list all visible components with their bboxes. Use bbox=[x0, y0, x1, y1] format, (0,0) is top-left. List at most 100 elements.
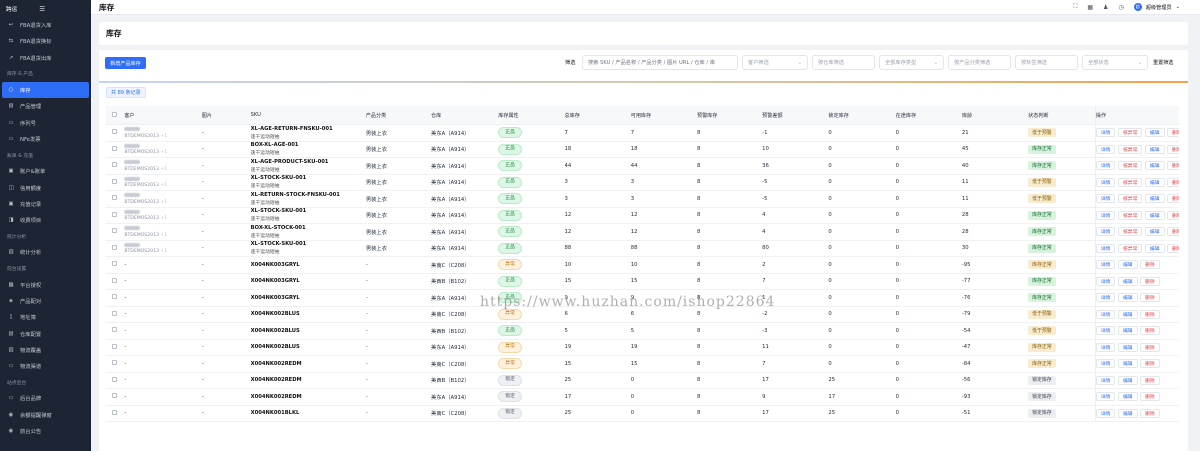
detail-button[interactable]: 详情 bbox=[1096, 144, 1116, 154]
sidebar-item[interactable]: ▤ 产品管理 bbox=[0, 98, 91, 114]
delete-button[interactable]: 删除 bbox=[1140, 408, 1160, 418]
check-anomaly-button[interactable]: 核异常 bbox=[1117, 161, 1143, 171]
sidebar-item[interactable]: ◉ 余额提醒弹窗 bbox=[0, 407, 91, 423]
delete-button[interactable]: 删除 bbox=[1140, 392, 1160, 402]
category-filter-input[interactable]: 按产品分类筛选 bbox=[948, 55, 1011, 70]
row-checkbox[interactable] bbox=[112, 393, 117, 399]
edit-button[interactable]: 编辑 bbox=[1144, 128, 1165, 138]
detail-button[interactable]: 详情 bbox=[1096, 375, 1116, 385]
row-checkbox[interactable] bbox=[112, 145, 117, 151]
status-select[interactable]: 全部状态 ⌄ bbox=[1082, 55, 1148, 70]
detail-button[interactable]: 详情 bbox=[1096, 293, 1116, 303]
add-inventory-button[interactable]: 新增产品库存 bbox=[105, 57, 146, 69]
edit-button[interactable]: 编辑 bbox=[1144, 227, 1165, 237]
stock-type-select[interactable]: 全部库存类型 ⌄ bbox=[879, 55, 944, 70]
check-anomaly-button[interactable]: 核异常 bbox=[1117, 210, 1143, 220]
sidebar-item[interactable]: ↗ FBA退货出库 bbox=[0, 50, 91, 66]
delete-button[interactable]: 删除 bbox=[1140, 342, 1160, 352]
detail-button[interactable]: 详情 bbox=[1096, 260, 1116, 270]
edit-button[interactable]: 编辑 bbox=[1117, 260, 1138, 270]
edit-button[interactable]: 编辑 bbox=[1144, 144, 1165, 154]
row-checkbox[interactable] bbox=[112, 129, 117, 135]
edit-button[interactable]: 编辑 bbox=[1117, 293, 1138, 303]
row-checkbox[interactable] bbox=[112, 228, 117, 234]
user-icon[interactable]: ♟ bbox=[1103, 4, 1108, 11]
delete-button[interactable]: 删除 bbox=[1140, 359, 1160, 369]
edit-button[interactable]: 编辑 bbox=[1144, 194, 1165, 204]
sidebar-item[interactable]: ○ 库存 bbox=[2, 81, 89, 99]
edit-button[interactable]: 编辑 bbox=[1117, 326, 1138, 336]
detail-button[interactable]: 详情 bbox=[1096, 128, 1116, 138]
tag-filter-input[interactable]: 按标签筛选 bbox=[1015, 55, 1078, 70]
edit-button[interactable]: 编辑 bbox=[1117, 408, 1138, 418]
row-checkbox[interactable] bbox=[112, 162, 117, 168]
sidebar-item[interactable]: ▥ 统计分析 bbox=[0, 244, 91, 260]
sidebar-item[interactable]: ◫ 信用额度 bbox=[0, 179, 91, 195]
sidebar-item[interactable]: ▣ 账户&账单 bbox=[0, 163, 91, 179]
detail-button[interactable]: 详情 bbox=[1096, 359, 1116, 369]
delete-button[interactable]: 删除 bbox=[1140, 326, 1160, 336]
select-all-checkbox[interactable] bbox=[112, 111, 117, 117]
detail-button[interactable]: 详情 bbox=[1096, 243, 1116, 253]
customer-select[interactable]: 客户筛选 ⌄ bbox=[742, 55, 808, 70]
delete-button[interactable]: 删除 bbox=[1167, 161, 1179, 171]
edit-button[interactable]: 编辑 bbox=[1144, 210, 1165, 220]
edit-button[interactable]: 编辑 bbox=[1144, 243, 1165, 253]
sidebar-item[interactable]: ▯ 地址簿 bbox=[0, 309, 91, 325]
detail-button[interactable]: 详情 bbox=[1096, 392, 1116, 402]
sidebar-item[interactable]: ▭ 序列号 bbox=[0, 114, 91, 130]
row-checkbox[interactable] bbox=[112, 244, 117, 250]
edit-button[interactable]: 编辑 bbox=[1117, 309, 1138, 319]
check-anomaly-button[interactable]: 核异常 bbox=[1117, 227, 1143, 237]
search-input[interactable]: 搜索 SKU / 产品名称 / 产品分类 / 图片 URL / 仓库 / 库 bbox=[582, 55, 738, 70]
warehouse-filter-input[interactable]: 按仓库筛选 bbox=[812, 55, 875, 70]
row-checkbox[interactable] bbox=[112, 277, 117, 283]
detail-button[interactable]: 详情 bbox=[1096, 408, 1116, 418]
reset-filter-button[interactable]: 重置筛选 bbox=[1153, 57, 1173, 69]
clock-icon[interactable]: ◷ bbox=[1118, 4, 1123, 11]
row-checkbox[interactable] bbox=[112, 360, 117, 366]
delete-button[interactable]: 删除 bbox=[1167, 194, 1179, 204]
sidebar-item[interactable]: ◨ 收费项目 bbox=[0, 212, 91, 228]
sidebar-item[interactable]: ▦ 平台授权 bbox=[0, 277, 91, 293]
delete-button[interactable]: 删除 bbox=[1167, 128, 1179, 138]
grid-icon[interactable]: ▦ bbox=[1087, 4, 1093, 11]
edit-button[interactable]: 编辑 bbox=[1144, 177, 1165, 187]
fullscreen-icon[interactable]: ⛶ bbox=[1073, 3, 1077, 11]
row-checkbox[interactable] bbox=[112, 409, 117, 415]
check-anomaly-button[interactable]: 核异常 bbox=[1117, 177, 1143, 187]
delete-button[interactable]: 删除 bbox=[1167, 227, 1179, 237]
delete-button[interactable]: 删除 bbox=[1167, 243, 1179, 253]
sidebar-item[interactable]: ▭ 后台品牌 bbox=[0, 390, 91, 406]
row-checkbox[interactable] bbox=[112, 294, 117, 300]
row-checkbox[interactable] bbox=[112, 343, 117, 349]
row-checkbox[interactable] bbox=[112, 195, 117, 201]
check-anomaly-button[interactable]: 核异常 bbox=[1117, 128, 1143, 138]
detail-button[interactable]: 详情 bbox=[1096, 161, 1116, 171]
detail-button[interactable]: 详情 bbox=[1096, 342, 1116, 352]
edit-button[interactable]: 编辑 bbox=[1117, 342, 1138, 352]
check-anomaly-button[interactable]: 核异常 bbox=[1117, 144, 1143, 154]
sidebar-item[interactable]: ◉ 前台公告 bbox=[0, 423, 91, 439]
delete-button[interactable]: 删除 bbox=[1140, 260, 1160, 270]
delete-button[interactable]: 删除 bbox=[1167, 144, 1179, 154]
detail-button[interactable]: 详情 bbox=[1096, 177, 1116, 187]
sidebar-item[interactable]: ▣ 充值记录 bbox=[0, 196, 91, 212]
edit-button[interactable]: 编辑 bbox=[1117, 375, 1138, 385]
row-checkbox[interactable] bbox=[112, 261, 117, 267]
delete-button[interactable]: 删除 bbox=[1167, 177, 1179, 187]
detail-button[interactable]: 详情 bbox=[1096, 210, 1116, 220]
sidebar-item[interactable]: ⇆ FBA退货换标 bbox=[0, 33, 91, 49]
detail-button[interactable]: 详情 bbox=[1096, 326, 1116, 336]
detail-button[interactable]: 详情 bbox=[1096, 227, 1116, 237]
edit-button[interactable]: 编辑 bbox=[1117, 276, 1138, 286]
menu-toggle-icon[interactable]: ☰ bbox=[39, 5, 45, 13]
delete-button[interactable]: 删除 bbox=[1167, 210, 1179, 220]
delete-button[interactable]: 删除 bbox=[1140, 293, 1160, 303]
sidebar-item[interactable]: ▭ NFe发票 bbox=[0, 131, 91, 147]
row-checkbox[interactable] bbox=[112, 376, 117, 382]
row-checkbox[interactable] bbox=[112, 310, 117, 316]
detail-button[interactable]: 详情 bbox=[1096, 309, 1116, 319]
edit-button[interactable]: 编辑 bbox=[1144, 161, 1165, 171]
row-checkbox[interactable] bbox=[112, 178, 117, 184]
